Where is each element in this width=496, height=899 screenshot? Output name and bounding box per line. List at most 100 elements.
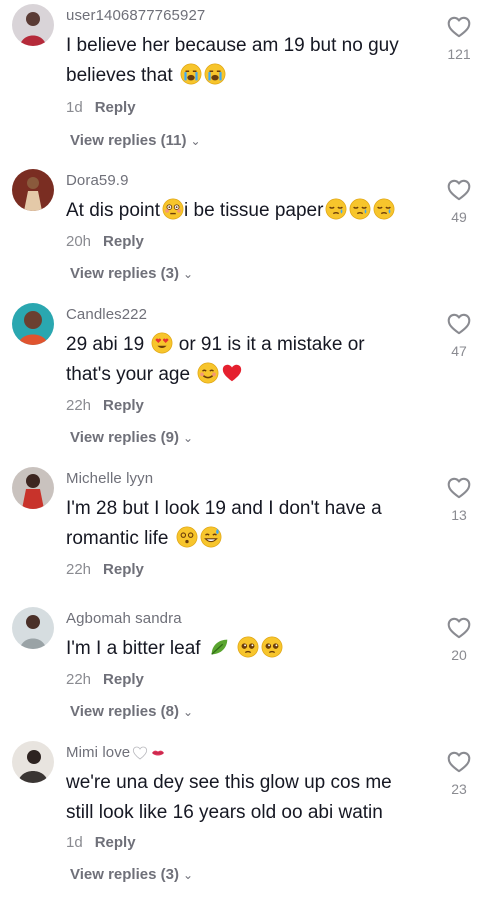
heart-outline-icon <box>446 311 472 337</box>
like-count: 47 <box>451 343 467 359</box>
reply-button[interactable]: Reply <box>103 397 144 414</box>
comment-meta: 1d Reply <box>66 99 136 116</box>
comment-timestamp: 22h <box>66 671 92 688</box>
avatar[interactable] <box>12 4 54 46</box>
like-button[interactable]: 20 <box>440 615 478 663</box>
grinning-sweat-face-icon <box>200 526 222 548</box>
view-replies-button[interactable]: View replies (8) ⌄ <box>70 703 193 720</box>
comment-text-line: At dis point i be tissue paper <box>66 196 436 226</box>
comment-text: I'm 28 but I look 19 and I don't have a … <box>66 494 436 554</box>
comment-username-text: Mimi love <box>66 744 131 761</box>
comment-meta: 22h Reply <box>66 671 144 688</box>
view-replies-label: View replies (3) <box>70 265 179 282</box>
heart-outline-icon <box>446 177 472 203</box>
chevron-down-icon: ⌄ <box>182 705 194 719</box>
comment-username[interactable]: Candles222 <box>66 306 147 323</box>
comment-meta: 22h Reply <box>66 561 144 578</box>
comment-username[interactable]: Michelle lyyn <box>66 470 153 487</box>
comment-username[interactable]: Dora59.9 <box>66 172 129 189</box>
comment-text-fragment: or 91 is it a mistake or <box>178 334 365 355</box>
pleading-face-icon <box>237 636 259 658</box>
flushed-face-icon <box>162 198 184 220</box>
view-replies-label: View replies (9) <box>70 429 179 446</box>
smiling-face-icon <box>197 362 219 384</box>
loudly-crying-face-icon <box>180 63 202 85</box>
comment-text: I believe her because am 19 but no guy b… <box>66 31 436 91</box>
comment-text-line: romantic life <box>66 524 436 554</box>
comment-timestamp: 1d <box>66 834 83 851</box>
view-replies-label: View replies (11) <box>70 132 187 149</box>
comment-text-fragment: At dis point <box>66 200 160 221</box>
comment-text-line: I believe her because am 19 but no guy <box>66 35 399 56</box>
comment-text-fragment: romantic life <box>66 528 169 549</box>
comment-timestamp: 22h <box>66 561 92 578</box>
avatar[interactable] <box>12 467 54 509</box>
comment-text: I'm I a bitter leaf <box>66 634 436 664</box>
comment-text-fragment: 29 abi 19 <box>66 334 145 355</box>
comment-text-fragment: believes that <box>66 65 173 86</box>
view-replies-label: View replies (8) <box>70 703 179 720</box>
comment-meta: 20h Reply <box>66 233 144 250</box>
leaf-icon <box>208 636 230 658</box>
comment-text: we're una dey see this glow up cos me st… <box>66 768 436 828</box>
comment-text-line: that's your age <box>66 360 436 390</box>
reply-button[interactable]: Reply <box>103 561 144 578</box>
avatar[interactable] <box>12 607 54 649</box>
comment-username[interactable]: user1406877765927 <box>66 7 205 24</box>
comment-text-line: I'm I a bitter leaf <box>66 634 436 664</box>
like-button[interactable]: 49 <box>440 177 478 225</box>
pleading-face-icon <box>261 636 283 658</box>
avatar[interactable] <box>12 741 54 783</box>
avatar[interactable] <box>12 303 54 345</box>
avatar[interactable] <box>12 169 54 211</box>
comment-text-line: I'm 28 but I look 19 and I don't have a <box>66 498 382 519</box>
comment-meta: 22h Reply <box>66 397 144 414</box>
comment-meta: 1d Reply <box>66 834 136 851</box>
like-count: 13 <box>451 507 467 523</box>
dizzy-face-icon <box>176 526 198 548</box>
comment-text-line: we're una dey see this glow up cos me <box>66 772 392 793</box>
like-button[interactable]: 23 <box>440 749 478 797</box>
like-button[interactable]: 13 <box>440 475 478 523</box>
comment-text-fragment: i be tissue paper <box>184 200 324 221</box>
loudly-crying-face-icon <box>204 63 226 85</box>
chevron-down-icon: ⌄ <box>182 431 194 445</box>
like-button[interactable]: 121 <box>440 14 478 62</box>
heart-outline-icon <box>446 475 472 501</box>
view-replies-button[interactable]: View replies (3) ⌄ <box>70 265 193 282</box>
comment-text: 29 abi 19 or 91 is it a mistake or that'… <box>66 330 436 390</box>
comment-text-fragment: I'm I a bitter leaf <box>66 638 201 659</box>
comment-text-fragment: that's your age <box>66 364 191 385</box>
comment-text-line: 29 abi 19 or 91 is it a mistake or <box>66 330 436 360</box>
red-heart-icon <box>221 362 243 384</box>
heart-outline-icon <box>446 749 472 775</box>
like-count: 49 <box>451 209 467 225</box>
view-replies-label: View replies (3) <box>70 866 179 883</box>
reply-button[interactable]: Reply <box>95 99 136 116</box>
view-replies-button[interactable]: View replies (11) ⌄ <box>70 132 201 149</box>
chevron-down-icon: ⌄ <box>190 134 201 148</box>
sleepy-face-icon <box>373 198 395 220</box>
comment-text-line: still look like 16 years old oo abi wati… <box>66 802 383 823</box>
like-button[interactable]: 47 <box>440 311 478 359</box>
chevron-down-icon: ⌄ <box>182 868 194 882</box>
reply-button[interactable]: Reply <box>103 233 144 250</box>
view-replies-button[interactable]: View replies (3) ⌄ <box>70 866 193 883</box>
kiss-mark-icon <box>150 745 166 761</box>
like-count: 121 <box>447 46 471 62</box>
reply-button[interactable]: Reply <box>95 834 136 851</box>
comment-username[interactable]: Mimi love <box>66 744 166 761</box>
view-replies-button[interactable]: View replies (9) ⌄ <box>70 429 193 446</box>
comment-timestamp: 22h <box>66 397 92 414</box>
sleepy-face-icon <box>349 198 371 220</box>
reply-button[interactable]: Reply <box>103 671 144 688</box>
comment-text: At dis point i be tissue paper <box>66 196 436 226</box>
comment-timestamp: 20h <box>66 233 92 250</box>
heart-outline-icon <box>446 14 472 40</box>
sleepy-face-icon <box>325 198 347 220</box>
heart-eyes-face-icon <box>151 332 173 354</box>
comment-text-line: believes that <box>66 61 436 91</box>
heart-outline-icon <box>446 615 472 641</box>
like-count: 23 <box>451 781 467 797</box>
comment-username[interactable]: Agbomah sandra <box>66 610 182 627</box>
